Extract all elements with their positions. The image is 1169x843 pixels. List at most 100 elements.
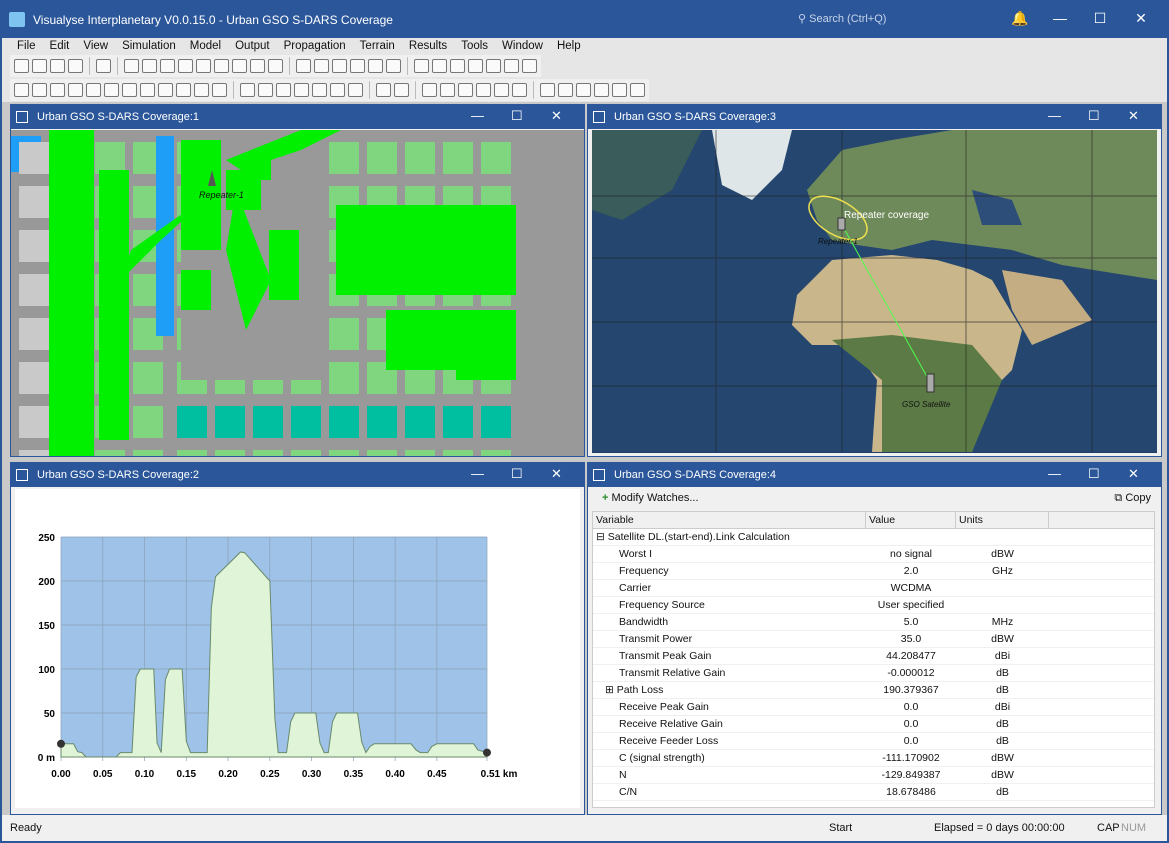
bell-icon[interactable]: 🔔 bbox=[1005, 10, 1035, 27]
menu-propagation[interactable]: Propagation bbox=[277, 39, 353, 55]
link-station-icon[interactable] bbox=[258, 83, 273, 97]
network-icon[interactable] bbox=[140, 83, 155, 97]
table-row[interactable]: Transmit Power 35.0 dBW bbox=[593, 631, 1154, 648]
save-as-icon[interactable] bbox=[68, 59, 83, 73]
maximize-button[interactable]: ☐ bbox=[511, 466, 523, 482]
search-box[interactable]: ⚲ Search (Ctrl+Q) bbox=[798, 12, 886, 25]
minimize-button[interactable]: — bbox=[471, 466, 484, 481]
world-map[interactable]: Repeater coverage Repeater-1 GSO Satelli… bbox=[592, 130, 1157, 452]
copy-button[interactable]: ⧉ Copy bbox=[1114, 492, 1151, 505]
zoom-in-icon[interactable] bbox=[350, 59, 365, 73]
group-row[interactable]: ⊟ Satellite DL.(start-end).Link Calculat… bbox=[593, 529, 1154, 546]
maximize-button[interactable]: ☐ bbox=[1085, 10, 1115, 27]
station-icon[interactable] bbox=[32, 83, 47, 97]
filter-icon[interactable] bbox=[440, 83, 455, 97]
minimize-button[interactable]: — bbox=[1045, 10, 1075, 26]
pattern-icon[interactable] bbox=[50, 83, 65, 97]
step-back-icon[interactable] bbox=[432, 59, 447, 73]
terrain-icon[interactable] bbox=[540, 83, 555, 97]
chart-line-icon[interactable] bbox=[476, 83, 491, 97]
column-variable[interactable]: Variable bbox=[593, 512, 866, 528]
table-row[interactable]: Receive Relative Gain 0.0 dB bbox=[593, 716, 1154, 733]
table-row[interactable]: ⊞ Path Loss 190.379367 dB bbox=[593, 682, 1154, 699]
menu-tools[interactable]: Tools bbox=[454, 39, 495, 55]
table-row[interactable]: Frequency 2.0 GHz bbox=[593, 563, 1154, 580]
close-button[interactable]: ✕ bbox=[1126, 10, 1156, 27]
link-group-icon[interactable] bbox=[276, 83, 291, 97]
maximize-button[interactable]: ☐ bbox=[1088, 108, 1100, 124]
server-icon[interactable] bbox=[330, 83, 345, 97]
pane-globe-icon[interactable] bbox=[160, 59, 175, 73]
link-icon[interactable] bbox=[86, 83, 101, 97]
report-icon[interactable] bbox=[422, 83, 437, 97]
pane-network-icon[interactable] bbox=[178, 59, 193, 73]
column-units[interactable]: Units bbox=[956, 512, 1049, 528]
beam-icon[interactable] bbox=[68, 83, 83, 97]
table-row[interactable]: N -129.849387 dBW bbox=[593, 767, 1154, 784]
antenna-icon[interactable] bbox=[14, 83, 29, 97]
table-row[interactable]: Transmit Peak Gain 44.208477 dBi bbox=[593, 648, 1154, 665]
city-coverage-map[interactable] bbox=[11, 130, 584, 482]
sum-icon[interactable] bbox=[376, 83, 391, 97]
copy-icon[interactable] bbox=[96, 59, 111, 73]
table-row[interactable]: Bandwidth 5.0 MHz bbox=[593, 614, 1154, 631]
path-select-icon[interactable] bbox=[594, 83, 609, 97]
chart-multi-icon[interactable] bbox=[494, 83, 509, 97]
table-row[interactable]: Worst I no signal dBW bbox=[593, 546, 1154, 563]
menu-output[interactable]: Output bbox=[228, 39, 277, 55]
minimize-button[interactable]: — bbox=[1048, 466, 1061, 481]
satellite-icon[interactable] bbox=[926, 373, 935, 393]
endpoint-marker[interactable] bbox=[57, 739, 65, 748]
zoom-fit-icon[interactable] bbox=[386, 59, 401, 73]
play-icon[interactable] bbox=[486, 59, 501, 73]
save-icon[interactable] bbox=[50, 59, 65, 73]
select-multi-icon[interactable] bbox=[314, 59, 329, 73]
stop-icon[interactable] bbox=[450, 59, 465, 73]
variable-icon[interactable] bbox=[212, 83, 227, 97]
arrow-icon[interactable] bbox=[122, 83, 137, 97]
menu-window[interactable]: Window bbox=[495, 39, 550, 55]
cloud-icon[interactable] bbox=[176, 83, 191, 97]
close-button[interactable]: ✕ bbox=[1128, 108, 1139, 124]
city-map-view[interactable]: Repeater-1 bbox=[11, 130, 584, 482]
pane-table-icon[interactable] bbox=[232, 59, 247, 73]
terrain-add-icon[interactable] bbox=[558, 83, 573, 97]
add-doc-icon[interactable] bbox=[394, 83, 409, 97]
table-row[interactable]: Receive Feeder Loss 0.0 dB bbox=[593, 733, 1154, 750]
table-row[interactable]: C/N 18.678486 dB bbox=[593, 784, 1154, 801]
step-icon[interactable] bbox=[468, 59, 483, 73]
modify-watches-button[interactable]: + Modify Watches... bbox=[602, 492, 699, 504]
menu-model[interactable]: Model bbox=[183, 39, 228, 55]
info-icon[interactable] bbox=[522, 59, 537, 73]
new-icon[interactable] bbox=[14, 59, 29, 73]
maximize-button[interactable]: ☐ bbox=[511, 108, 523, 124]
dropdown-icon[interactable] bbox=[194, 83, 209, 97]
open-icon[interactable] bbox=[32, 59, 47, 73]
chart-bar-icon[interactable] bbox=[512, 83, 527, 97]
table-row[interactable]: Receive Peak Gain 0.0 dBi bbox=[593, 699, 1154, 716]
pane-terrain-icon[interactable] bbox=[214, 59, 229, 73]
pane-chart-icon[interactable] bbox=[250, 59, 265, 73]
user-add-icon[interactable] bbox=[312, 83, 327, 97]
menu-results[interactable]: Results bbox=[402, 39, 454, 55]
menu-view[interactable]: View bbox=[76, 39, 115, 55]
clock-icon[interactable] bbox=[414, 59, 429, 73]
pane-link-icon[interactable] bbox=[196, 59, 211, 73]
menu-edit[interactable]: Edit bbox=[43, 39, 77, 55]
menu-simulation[interactable]: Simulation bbox=[115, 39, 183, 55]
menu-file[interactable]: File bbox=[10, 39, 43, 55]
add-filter-icon[interactable] bbox=[458, 83, 473, 97]
close-button[interactable]: ✕ bbox=[1128, 466, 1139, 482]
pane-m-icon[interactable] bbox=[142, 59, 157, 73]
menu-help[interactable]: Help bbox=[550, 39, 588, 55]
server-link-icon[interactable] bbox=[348, 83, 363, 97]
building-add-icon[interactable] bbox=[612, 83, 627, 97]
path-add-icon[interactable] bbox=[576, 83, 591, 97]
swap-icon[interactable] bbox=[158, 83, 173, 97]
close-button[interactable]: ✕ bbox=[551, 466, 562, 482]
grid-icon[interactable] bbox=[104, 83, 119, 97]
user-icon[interactable] bbox=[294, 83, 309, 97]
table-row[interactable]: C (signal strength) -111.170902 dBW bbox=[593, 750, 1154, 767]
endpoint-marker[interactable] bbox=[483, 748, 491, 757]
select-box-icon[interactable] bbox=[332, 59, 347, 73]
